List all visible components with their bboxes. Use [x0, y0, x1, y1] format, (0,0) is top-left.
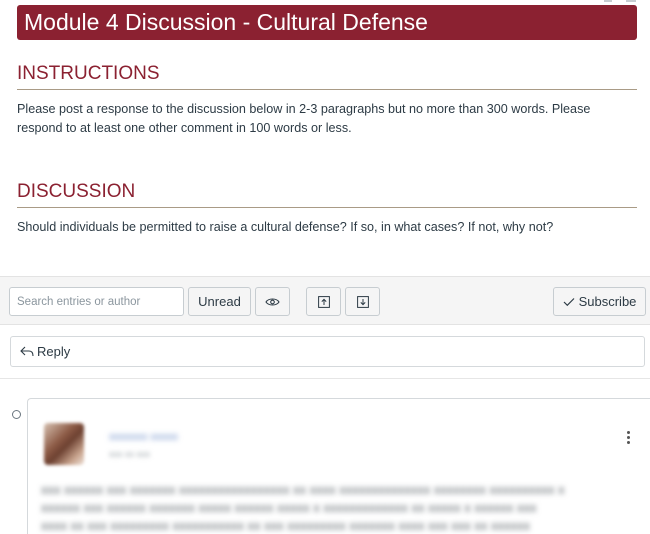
- reply-button[interactable]: Reply: [10, 336, 645, 367]
- unread-filter-button[interactable]: Unread: [188, 287, 251, 316]
- unread-label: Unread: [198, 294, 241, 309]
- instructions-heading: INSTRUCTIONS: [17, 62, 637, 90]
- check-icon: [563, 297, 575, 306]
- divider: [0, 378, 650, 379]
- unread-indicator[interactable]: [12, 410, 21, 419]
- expand-all-button[interactable]: [345, 287, 380, 316]
- arrow-down-box-icon: [356, 295, 369, 308]
- reply-label: Reply: [37, 344, 71, 359]
- entry-body-redacted: xxx xxxxxx xxx xxxxxxx xxxxxxxxxxxxxxxxx…: [41, 482, 565, 533]
- top-edge-decoration: [600, 0, 640, 3]
- page-title: Module 4 Discussion - Cultural Defense: [17, 5, 637, 40]
- collapse-all-button[interactable]: [306, 287, 341, 316]
- discussion-entry: xxxxxxx xxxxx xxx xx xxx xxx xxxxxx xxx …: [27, 398, 650, 534]
- subscribe-label: Subscribe: [578, 294, 637, 309]
- reply-arrow-icon: [20, 346, 34, 357]
- author-name-redacted: xxxxxxx xxxxx: [109, 431, 179, 443]
- subscribe-button[interactable]: Subscribe: [553, 287, 646, 316]
- discussion-question: Should individuals be permitted to raise…: [17, 220, 554, 234]
- instructions-text: Please post a response to the discussion…: [17, 102, 591, 135]
- avatar[interactable]: [44, 423, 84, 465]
- discussion-toolbar: Unread Subscribe: [0, 276, 650, 325]
- search-input[interactable]: [9, 287, 184, 316]
- eye-icon: [265, 297, 280, 306]
- discussion-heading: DISCUSSION: [17, 180, 637, 208]
- more-options-icon[interactable]: [625, 431, 631, 445]
- post-date-redacted: xxx xx xxx: [109, 449, 151, 459]
- arrow-up-box-icon: [317, 295, 330, 308]
- view-toggle-button[interactable]: [255, 287, 290, 316]
